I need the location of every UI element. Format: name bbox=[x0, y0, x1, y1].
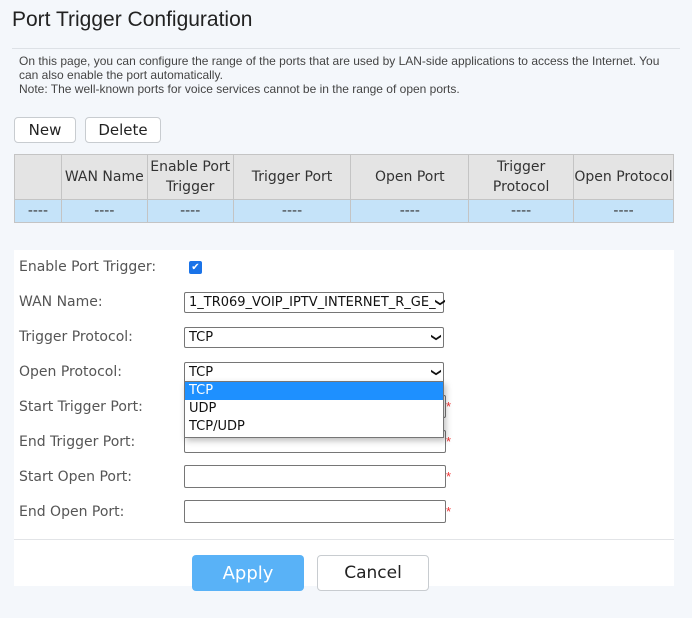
end-open-port-input[interactable] bbox=[184, 500, 446, 523]
chevron-down-icon: ❯ bbox=[430, 368, 442, 377]
end-trigger-label: End Trigger Port: bbox=[19, 434, 136, 450]
apply-button[interactable]: Apply bbox=[192, 555, 304, 591]
port-trigger-table: WAN Name Enable Port Trigger Trigger Por… bbox=[14, 154, 674, 223]
column-header-enable: Enable Port Trigger bbox=[146, 154, 234, 200]
enable-label: Enable Port Trigger: bbox=[19, 259, 157, 275]
table-cell: ---- bbox=[146, 199, 234, 223]
open-protocol-row: Open Protocol: bbox=[19, 360, 122, 384]
open-protocol-label: Open Protocol: bbox=[19, 364, 122, 380]
column-header-open-protocol: Open Protocol bbox=[573, 154, 674, 200]
table-cell: ---- bbox=[232, 199, 352, 223]
required-mark: * bbox=[446, 504, 452, 519]
column-header-open-port: Open Port bbox=[350, 154, 470, 200]
chevron-down-icon: ❯ bbox=[430, 333, 442, 342]
actions-divider bbox=[14, 539, 674, 540]
page-description: On this page, you can configure the rang… bbox=[19, 54, 679, 96]
column-header-select bbox=[14, 154, 62, 200]
required-mark: * bbox=[446, 434, 452, 449]
wan-name-select[interactable]: 1_TR069_VOIP_IPTV_INTERNET_R_GE_ ❯ bbox=[184, 292, 446, 313]
enable-row: Enable Port Trigger: bbox=[19, 255, 156, 279]
new-button[interactable]: New bbox=[14, 117, 76, 143]
column-header-trigger-port: Trigger Port bbox=[232, 154, 352, 200]
end-open-label: End Open Port: bbox=[19, 504, 125, 520]
dropdown-option-tcp-udp[interactable]: TCP/UDP bbox=[185, 418, 443, 436]
table-row[interactable]: ---- ---- ---- ---- ---- ---- ---- bbox=[14, 199, 674, 223]
wan-name-value: 1_TR069_VOIP_IPTV_INTERNET_R_GE_ bbox=[189, 295, 436, 310]
trigger-protocol-value: TCP bbox=[189, 330, 214, 345]
page-title: Port Trigger Configuration bbox=[12, 8, 253, 31]
trigger-protocol-label: Trigger Protocol: bbox=[19, 329, 133, 345]
table-header-row: WAN Name Enable Port Trigger Trigger Por… bbox=[14, 154, 674, 200]
start-open-row: Start Open Port: bbox=[19, 465, 132, 489]
table-cell: ---- bbox=[573, 199, 674, 223]
open-protocol-select[interactable]: TCP ❯ bbox=[184, 362, 444, 383]
column-header-trigger-protocol: Trigger Protocol bbox=[468, 154, 575, 200]
title-divider bbox=[12, 48, 680, 49]
required-mark: * bbox=[446, 469, 452, 484]
chevron-down-icon: ❯ bbox=[434, 298, 446, 307]
start-open-label: Start Open Port: bbox=[19, 469, 132, 485]
trigger-protocol-row: Trigger Protocol: bbox=[19, 325, 133, 349]
delete-button[interactable]: Delete bbox=[85, 117, 161, 143]
description-text: On this page, you can configure the rang… bbox=[19, 54, 660, 82]
start-trigger-row: Start Trigger Port: bbox=[19, 395, 143, 419]
wan-row: WAN Name: bbox=[19, 290, 103, 314]
column-header-wan-name: WAN Name bbox=[60, 154, 148, 200]
end-trigger-row: End Trigger Port: bbox=[19, 430, 135, 454]
start-trigger-label: Start Trigger Port: bbox=[19, 399, 143, 415]
trigger-protocol-select[interactable]: TCP ❯ bbox=[184, 327, 444, 348]
table-cell: ---- bbox=[468, 199, 575, 223]
table-cell: ---- bbox=[60, 199, 148, 223]
dropdown-option-tcp[interactable]: TCP bbox=[185, 382, 443, 400]
wan-label: WAN Name: bbox=[19, 294, 103, 310]
table-cell: ---- bbox=[350, 199, 470, 223]
cancel-button[interactable]: Cancel bbox=[317, 555, 429, 591]
description-note: Note: The well-known ports for voice ser… bbox=[19, 82, 460, 96]
open-protocol-dropdown: TCP UDP TCP/UDP bbox=[184, 381, 444, 438]
required-mark: * bbox=[446, 399, 452, 414]
end-open-row: End Open Port: bbox=[19, 500, 124, 524]
checkmark-icon: ✔ bbox=[191, 262, 200, 273]
start-open-port-input[interactable] bbox=[184, 465, 446, 488]
open-protocol-value: TCP bbox=[189, 365, 214, 380]
dropdown-option-udp[interactable]: UDP bbox=[185, 400, 443, 418]
enable-checkbox[interactable]: ✔ bbox=[189, 261, 202, 274]
table-cell: ---- bbox=[14, 199, 62, 223]
